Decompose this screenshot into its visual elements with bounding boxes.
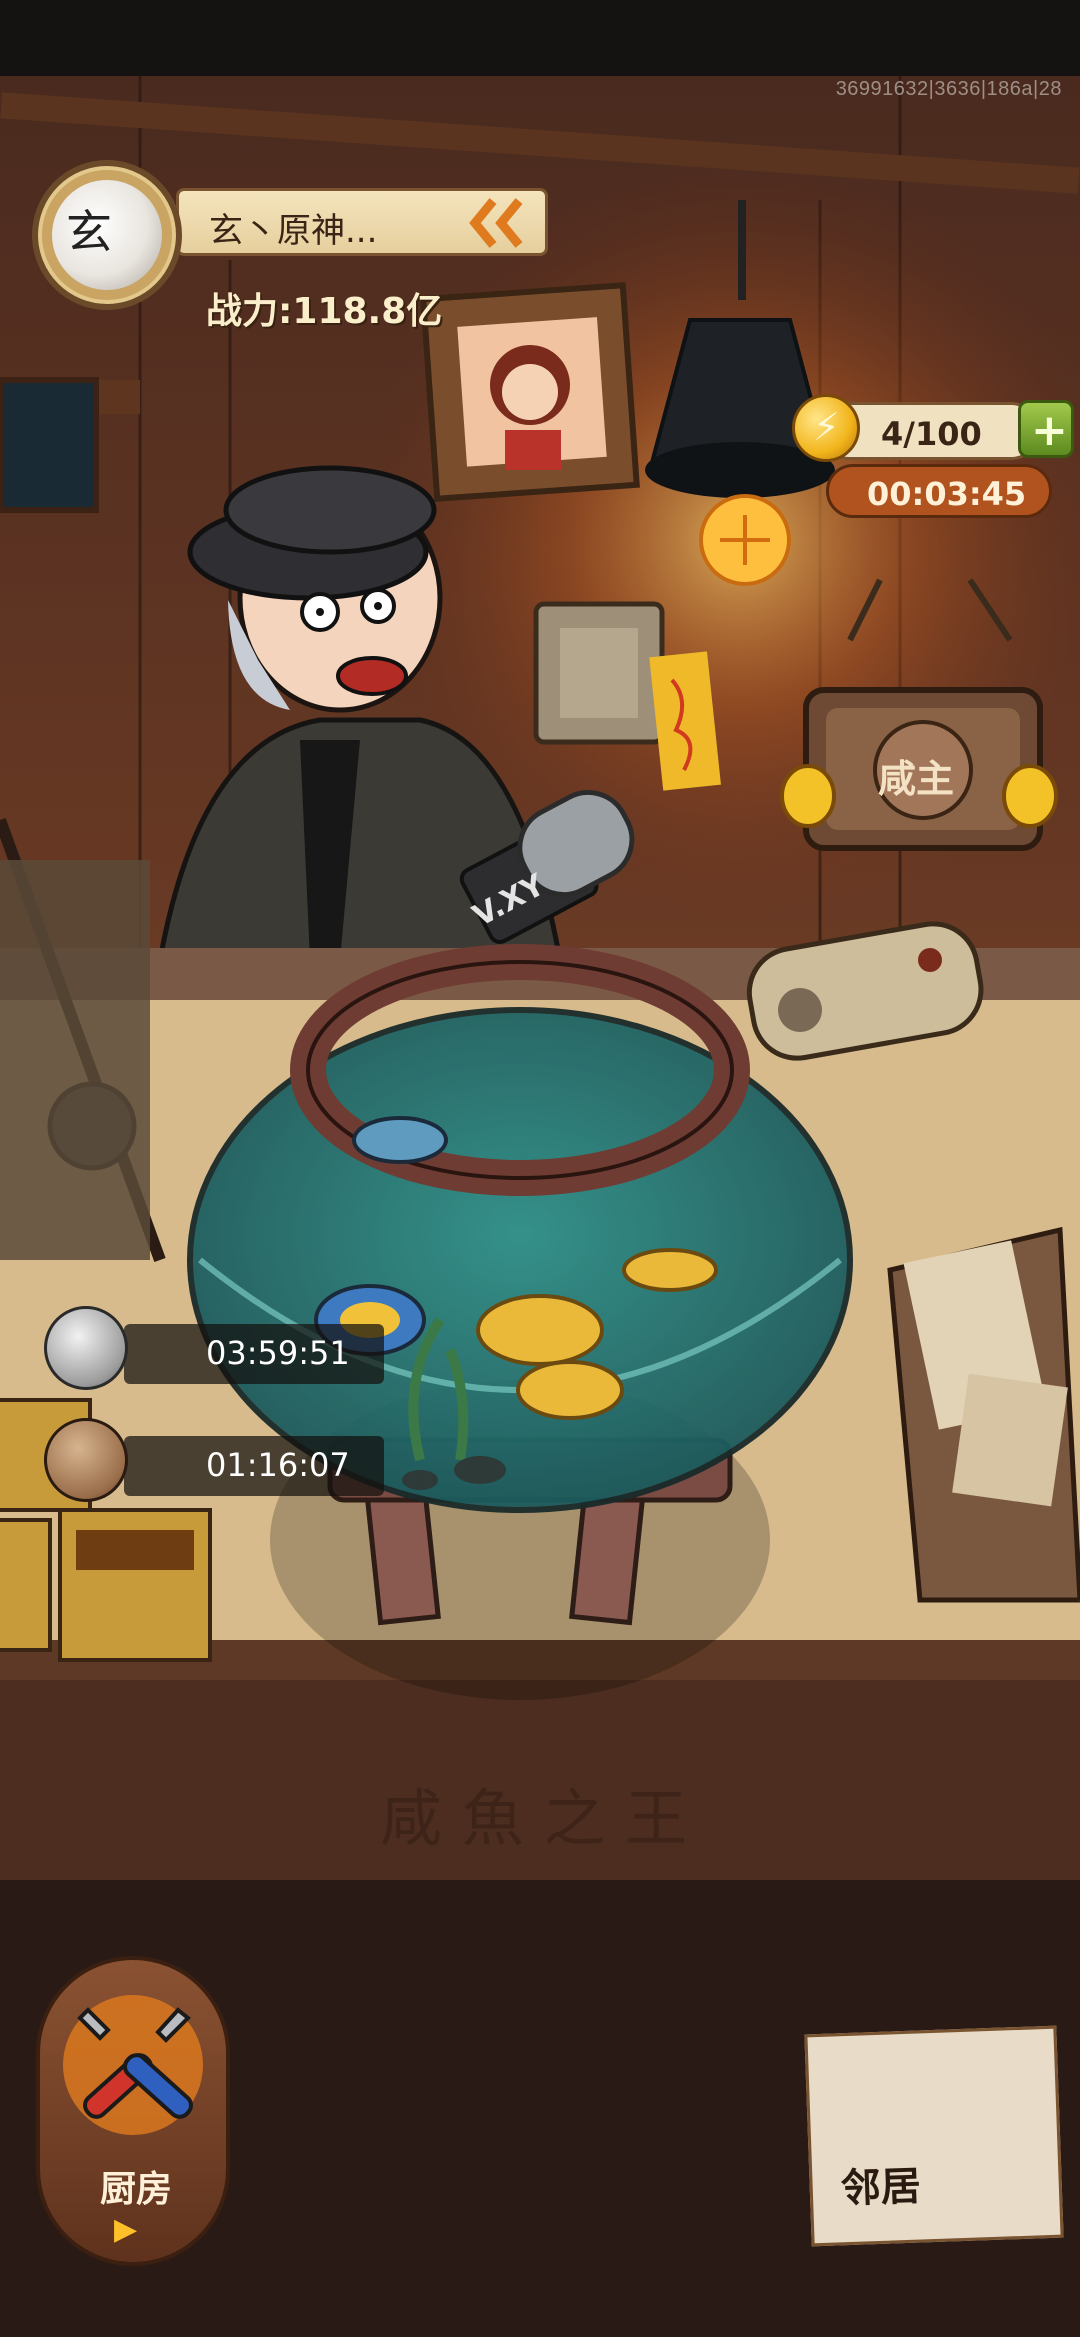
energy-refill-timer: 00:03:45 [826, 464, 1052, 518]
cooking-pot-icon [44, 1306, 128, 1390]
clay-pot-icon [44, 1418, 128, 1502]
kitchen-button[interactable]: 厨房 ▶ [36, 1956, 230, 2266]
play-arrow-icon: ▶ [114, 2212, 138, 2247]
neighbor-button[interactable]: 邻居 [804, 2025, 1064, 2247]
shop-sign-text: 咸主 [878, 757, 955, 801]
plus-icon: + [1031, 405, 1068, 456]
energy-timer-text: 00:03:45 [867, 475, 1027, 513]
brew-timer-pill: 01:16:07 [124, 1436, 384, 1496]
brew-timer-text: 01:16:07 [206, 1446, 350, 1484]
player-name-banner[interactable]: 玄丶原神... [176, 188, 548, 256]
player-name: 玄丶原神... [209, 211, 378, 251]
chevron-decoration-icon [469, 198, 523, 248]
energy-count: 4/100 [881, 415, 982, 453]
lightning-coin-icon: ⚡ [792, 394, 860, 462]
avatar-character: 玄 [66, 205, 112, 259]
add-energy-button[interactable]: + [1018, 400, 1074, 458]
brew-timer-text: 03:59:51 [206, 1334, 350, 1372]
kitchen-label: 厨房 [100, 2169, 173, 2210]
neighbor-label: 邻居 [840, 2163, 922, 2213]
build-id: 36991632|3636|186a|28 [835, 78, 1062, 100]
counter-carving: 咸 魚 之 王 [380, 1782, 687, 1855]
combat-power: 战力:118.8亿 [206, 291, 443, 332]
game-scene: V.XY 咸 魚 之 王 36991632|3636|186a|28 玄丶原神.… [0, 0, 1080, 2337]
brew-timer-pill: 03:59:51 [124, 1324, 384, 1384]
wrench-tools-icon [63, 1995, 203, 2135]
player-avatar[interactable]: 玄 [32, 160, 182, 310]
